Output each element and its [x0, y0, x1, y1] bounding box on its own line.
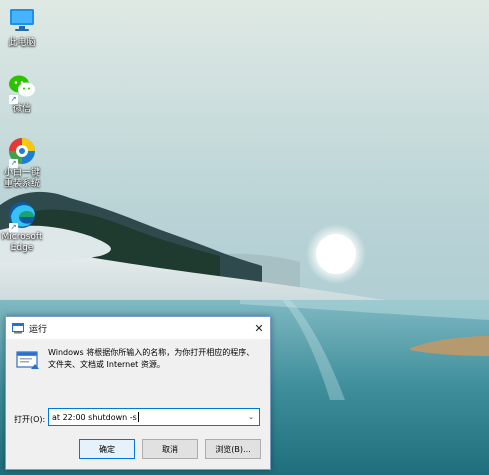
desktop-icon-wechat[interactable]: ↗ 微信 [0, 72, 44, 115]
dialog-title: 运行 [29, 324, 48, 335]
open-command-input[interactable]: at 22:00 shutdown -s ⌄ [48, 408, 260, 426]
browse-button[interactable]: 浏览(B)... [205, 439, 261, 459]
ok-button[interactable]: 确定 [79, 439, 135, 459]
desktop-icon-label: 小白一键重装系统 [3, 168, 40, 189]
shortcut-arrow-icon: ↗ [9, 95, 18, 104]
dialog-description: Windows 将根据你所输入的名称，为你打开相应的程序、文件夹、文档或 Int… [48, 348, 255, 369]
dialog-footer: 确定 取消 浏览(B)... [6, 431, 270, 469]
dialog-body: Windows 将根据你所输入的名称，为你打开相应的程序、文件夹、文档或 Int… [6, 339, 270, 426]
chevron-down-icon[interactable]: ⌄ [245, 411, 257, 423]
text-caret [137, 412, 139, 422]
desktop-icon-label: 此电脑 [8, 38, 36, 48]
desktop-icon-label: 微信 [12, 104, 31, 114]
close-button[interactable]: ✕ [248, 317, 270, 339]
cancel-button[interactable]: 取消 [142, 439, 198, 459]
desktop-icon-xiaobai[interactable]: ↗ 小白一键重装系统 [0, 136, 44, 190]
open-label: 打开(O): [14, 415, 46, 424]
dialog-titlebar[interactable]: 运行 ✕ [6, 317, 270, 339]
wechat-icon: ↗ [7, 72, 37, 104]
desktop-icon-label: Microsoft Edge [1, 232, 43, 253]
close-icon: ✕ [254, 321, 264, 335]
desktop-icon-this-pc[interactable]: 此电脑 [0, 6, 44, 49]
run-dialog: 运行 ✕ Windows 将根据你所输入的名称，为你打开相应的程序、文件夹、文档… [5, 316, 271, 470]
desktop-icon-edge[interactable]: ↗ Microsoft Edge [0, 200, 44, 254]
open-command-value: at 22:00 shutdown -s [52, 412, 137, 422]
shortcut-arrow-icon: ↗ [9, 223, 18, 232]
run-app-icon [12, 323, 24, 334]
edge-icon: ↗ [7, 200, 37, 232]
shortcut-arrow-icon: ↗ [9, 159, 18, 168]
xiaobai-reinstall-icon: ↗ [7, 136, 37, 168]
run-program-icon [16, 351, 39, 369]
monitor-icon [7, 6, 37, 36]
